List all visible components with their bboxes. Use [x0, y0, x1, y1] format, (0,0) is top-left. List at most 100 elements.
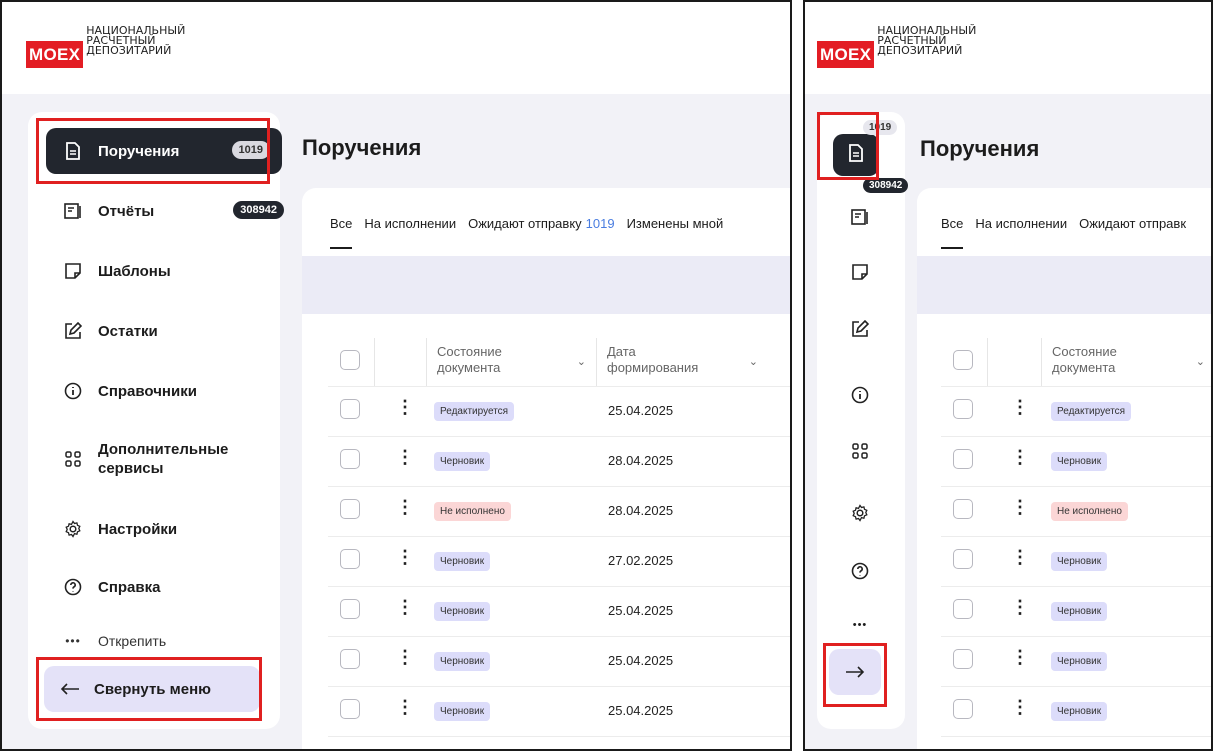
filter-bar [302, 256, 790, 314]
row-actions-icon[interactable]: ⋮ [396, 548, 414, 566]
column-header-status[interactable]: Состояние документа ⌄ [1041, 338, 1211, 386]
sidebar-item-balances[interactable] [845, 314, 875, 344]
status-badge: Редактируется [434, 402, 515, 421]
row-actions-icon[interactable]: ⋮ [396, 448, 414, 466]
row-actions-icon[interactable]: ⋮ [1011, 548, 1029, 566]
row-actions-icon[interactable]: ⋮ [1011, 398, 1029, 416]
select-all-checkbox[interactable] [340, 350, 360, 370]
table-row[interactable]: ⋮ Не исполнено 28.04.2025 [328, 486, 790, 534]
tab-in-progress[interactable]: На исполнении [975, 216, 1067, 249]
row-checkbox[interactable] [340, 399, 360, 419]
row-checkbox[interactable] [340, 549, 360, 569]
status-badge: Черновик [434, 452, 491, 471]
expanded-menu-panel: MOEX НАЦИОНАЛЬНЫЙ РАСЧЕТНЫЙ ДЕПОЗИТАРИЙ … [0, 0, 792, 751]
tab-awaiting[interactable]: Ожидают отправку 1019 [468, 216, 614, 249]
sidebar-item-services[interactable] [845, 436, 875, 466]
table-row[interactable]: ⋮ Черновик 28.04.2025 [328, 436, 790, 484]
column-label: Дата формирования [607, 344, 699, 375]
tab-label: Изменены мной [626, 216, 724, 231]
date-cell: 28.04.2025 [608, 453, 674, 468]
row-checkbox[interactable] [340, 599, 360, 619]
row-checkbox[interactable] [953, 699, 973, 719]
row-checkbox[interactable] [953, 649, 973, 669]
row-actions-icon[interactable]: ⋮ [1011, 598, 1029, 616]
row-actions-icon[interactable]: ⋮ [396, 648, 414, 666]
sidebar-item-directories[interactable] [845, 380, 875, 410]
row-checkbox[interactable] [953, 549, 973, 569]
row-actions-icon[interactable]: ⋮ [396, 598, 414, 616]
column-header-date[interactable]: Дата формирования ⌄ [596, 338, 776, 386]
select-all-checkbox[interactable] [953, 350, 973, 370]
sidebar-item-templates[interactable]: Шаблоны [46, 248, 282, 294]
row-checkbox[interactable] [953, 449, 973, 469]
row-checkbox[interactable] [953, 599, 973, 619]
sidebar-item-services[interactable]: Дополнительные сервисы [46, 432, 282, 486]
tab-in-progress[interactable]: На исполнении [364, 216, 456, 249]
table-row[interactable]: ⋮ Черновик [941, 536, 1211, 584]
sidebar-item-label: Остатки [98, 322, 158, 340]
sidebar-item-reports[interactable] [845, 202, 875, 232]
table-row[interactable]: ⋮Редактируется22.04.2025 [328, 736, 790, 749]
sidebar-item-balances[interactable]: Остатки [46, 308, 282, 354]
logo-text: НАЦИОНАЛЬНЫЙ РАСЧЕТНЫЙ ДЕПОЗИТАРИЙ [86, 25, 185, 56]
sidebar-item-label: Шаблоны [98, 262, 171, 280]
sidebar-item-unpin[interactable]: ••• [845, 610, 875, 640]
row-actions-icon[interactable]: ⋮ [1011, 698, 1029, 716]
table-row[interactable]: ⋮ Черновик [941, 436, 1211, 484]
sidebar-item-settings[interactable]: Настройки [46, 506, 282, 552]
header: MOEX НАЦИОНАЛЬНЫЙ РАСЧЕТНЫЙ ДЕПОЗИТАРИЙ [805, 2, 1211, 94]
tabs: Все На исполнении Ожидают отправку 1019 И… [330, 216, 735, 249]
row-actions-icon[interactable]: ⋮ [1011, 448, 1029, 466]
status-badge: Черновик [1051, 552, 1108, 571]
date-cell: 25.04.2025 [608, 703, 674, 718]
tab-changed-by-me[interactable]: Изменены мной [627, 216, 724, 249]
sidebar-item-reports[interactable]: Отчёты 308942 [46, 188, 284, 234]
row-checkbox[interactable] [953, 499, 973, 519]
column-header-actions [987, 338, 1041, 386]
row-checkbox[interactable] [340, 499, 360, 519]
row-actions-icon[interactable]: ⋮ [1011, 498, 1029, 516]
status-badge: Не исполнено [434, 502, 511, 521]
sidebar-item-label: Отчёты [98, 202, 155, 220]
status-badge: Черновик [434, 702, 491, 721]
sidebar-item-templates[interactable] [845, 257, 875, 287]
table-row[interactable]: ⋮ Не исполнено [941, 486, 1211, 534]
sidebar-item-help[interactable]: Справка [46, 564, 282, 610]
tab-all[interactable]: Все [941, 216, 964, 249]
template-icon [852, 264, 868, 280]
row-checkbox[interactable] [340, 649, 360, 669]
table-header: Состояние документа ⌄ Дата формирования … [328, 338, 790, 386]
tab-all[interactable]: Все [330, 216, 353, 249]
table-row[interactable]: ⋮ Черновик [941, 686, 1211, 734]
status-badge: Черновик [1051, 602, 1108, 621]
column-header-status[interactable]: Состояние документа ⌄ [426, 338, 596, 386]
collapsed-sidebar: 1019 308942 ••• [817, 112, 909, 729]
highlight-box [817, 112, 879, 180]
sidebar-item-help[interactable] [845, 556, 875, 586]
tab-label: На исполнении [364, 216, 457, 231]
table-row[interactable]: ⋮ Черновик 25.04.2025 [328, 586, 790, 634]
table-row[interactable]: ⋮ Черновик [941, 586, 1211, 634]
table-row[interactable]: ⋮ Черновик [941, 636, 1211, 684]
row-actions-icon[interactable]: ⋮ [396, 398, 414, 416]
table-row[interactable]: ⋮ Редактируется 25.04.2025 [328, 386, 790, 434]
help-icon [851, 562, 869, 580]
table-row[interactable]: ⋮ Черновик 25.04.2025 [328, 636, 790, 684]
sidebar-item-label: Открепить [98, 633, 167, 649]
table-row[interactable]: ⋮Редактируется [941, 736, 1211, 749]
row-actions-icon[interactable]: ⋮ [396, 698, 414, 716]
edit-icon [62, 320, 84, 342]
table-row[interactable]: ⋮ Черновик 27.02.2025 [328, 536, 790, 584]
row-checkbox[interactable] [953, 399, 973, 419]
table-row[interactable]: ⋮ Черновик 25.04.2025 [328, 686, 790, 734]
count-badge: 308942 [863, 178, 909, 193]
row-checkbox[interactable] [340, 449, 360, 469]
tab-awaiting[interactable]: Ожидают отправк [1079, 216, 1186, 249]
row-actions-icon[interactable]: ⋮ [1011, 648, 1029, 666]
sidebar-item-settings[interactable] [845, 498, 875, 528]
row-actions-icon[interactable]: ⋮ [396, 498, 414, 516]
row-checkbox[interactable] [340, 699, 360, 719]
page-title: Поручения [920, 136, 1040, 161]
sidebar-item-directories[interactable]: Справочники [46, 368, 282, 414]
table-row[interactable]: ⋮Редактируется [941, 386, 1211, 434]
